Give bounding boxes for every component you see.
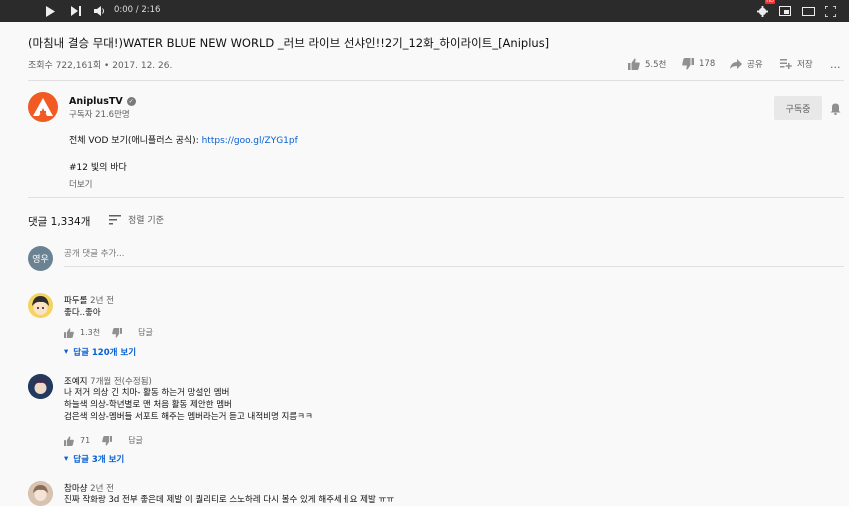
view-replies-button[interactable]: ▾ 답글 120개 보기 — [64, 346, 136, 358]
play-icon — [46, 5, 55, 17]
time-display: 0:00 / 2:16 — [114, 5, 161, 15]
dislike-count: 178 — [699, 59, 716, 69]
comment-author-name[interactable]: 참마샹 — [64, 484, 87, 494]
user-avatar: 영우 — [28, 246, 53, 271]
sort-icon — [109, 214, 121, 224]
video-title: (마침내 결승 무대!)WATER BLUE NEW WORLD _러브 라이브… — [28, 36, 550, 50]
comment-timestamp[interactable]: 7개월 전(수정됨) — [90, 377, 152, 387]
comment-text: 좋다..좋아 — [64, 307, 101, 319]
comment-line: 검은색 의상-멤버들 서포트 해주는 멤버라는거 듣고 내적비명 지름ㅋㅋ — [64, 412, 313, 422]
volume-icon — [93, 6, 104, 16]
bell-icon — [830, 103, 841, 116]
sort-label: 정렬 기준 — [128, 216, 164, 226]
next-button[interactable] — [68, 0, 84, 22]
comment-author: 참마샹 2년 전 — [64, 482, 114, 494]
thumbs-down-icon[interactable] — [102, 435, 113, 446]
subscribe-button[interactable]: 구독중 — [774, 96, 822, 120]
miniplayer-icon — [779, 6, 791, 16]
share-label: 공유 — [747, 60, 763, 70]
aniplus-logo-icon — [33, 98, 53, 116]
channel-avatar[interactable] — [28, 92, 58, 122]
comment-text: 진짜 작화랑 3d 전부 좋은데 제발 이 퀄리티로 스노하레 다시 볼수 있게… — [64, 494, 394, 506]
miniplayer-button[interactable] — [778, 0, 792, 22]
comment-line: 진짜 작화랑 3d 전부 좋은데 제발 이 퀄리티로 스노하레 다시 볼수 있게… — [64, 495, 395, 505]
save-label: 저장 — [797, 60, 813, 70]
thumbs-down-icon — [682, 58, 694, 70]
thumbs-up-icon[interactable] — [64, 435, 74, 446]
fullscreen-icon — [824, 5, 836, 17]
anime-avatar-icon — [28, 374, 53, 399]
thumbs-down-icon[interactable] — [112, 327, 123, 338]
comment-text: 나 저거 의상 긴 치마- 활동 하는거 망설인 멤버 하늘색 의상-학년별로 … — [64, 387, 313, 423]
share-button[interactable]: 공유 — [730, 58, 763, 70]
channel-name[interactable]: AniplusTV ✓ — [69, 96, 136, 107]
notification-bell-button[interactable] — [830, 100, 841, 119]
description-line-vod: 전체 VOD 보기(애니플러스 공식): https://goo.gl/ZYG1… — [69, 133, 298, 146]
description-link[interactable]: https://goo.gl/ZYG1pf — [202, 136, 298, 146]
add-comment-input[interactable]: 공개 댓글 추가... — [64, 247, 844, 267]
anime-avatar-icon — [32, 296, 49, 315]
share-icon — [730, 59, 742, 69]
anime-avatar-icon — [28, 481, 53, 506]
theater-button[interactable] — [800, 0, 816, 22]
comment-like-count: 71 — [80, 436, 91, 445]
volume-button[interactable] — [92, 0, 106, 22]
comment-timestamp[interactable]: 2년 전 — [90, 296, 114, 306]
comment-actions: 71 답글 — [64, 435, 143, 446]
more-actions-button[interactable]: ... — [830, 58, 841, 71]
play-button[interactable] — [42, 0, 58, 22]
comment-line: 하늘색 의상-학년별로 맨 처음 활동 제안한 멤버 — [64, 400, 232, 410]
comment-timestamp[interactable]: 2년 전 — [90, 484, 114, 494]
comment-avatar[interactable] — [28, 374, 53, 399]
sort-button[interactable]: 정렬 기준 — [109, 213, 164, 226]
comment-avatar[interactable] — [28, 481, 53, 506]
reply-button[interactable]: 답글 — [138, 327, 153, 338]
subscriber-count: 구독자 21.6만명 — [69, 110, 130, 120]
theater-icon — [801, 6, 815, 16]
next-icon — [71, 6, 81, 16]
gear-icon — [756, 5, 768, 17]
divider — [28, 80, 844, 81]
comment-avatar[interactable] — [28, 293, 53, 318]
show-more-button[interactable]: 더보기 — [69, 178, 92, 190]
comment-actions: 1.3천 답글 — [64, 327, 153, 338]
description-line-episode: #12 빛의 바다 — [69, 163, 127, 173]
save-button[interactable]: 저장 — [780, 58, 813, 70]
playlist-add-icon — [780, 59, 792, 69]
comment-line: 좋다..좋아 — [64, 308, 101, 318]
comment-author-name[interactable]: 파두롤 — [64, 296, 87, 306]
comment-line: 나 저거 의상 긴 치마- 활동 하는거 망설인 멤버 — [64, 388, 230, 398]
comment-author-name[interactable]: 조예지 — [64, 377, 87, 387]
divider — [28, 197, 844, 198]
like-button[interactable]: 5.5천 — [628, 58, 666, 70]
view-replies-label: 답글 120개 보기 — [73, 348, 137, 358]
comment-like-count: 1.3천 — [80, 328, 101, 337]
settings-button[interactable]: HD — [754, 0, 775, 22]
chevron-down-icon: ▾ — [64, 454, 69, 464]
thumbs-up-icon — [628, 58, 640, 70]
dislike-button[interactable]: 178 — [682, 58, 715, 70]
like-count: 5.5천 — [645, 60, 667, 70]
video-player-controls: 0:00 / 2:16 HD — [0, 0, 849, 22]
channel-name-text: AniplusTV — [69, 96, 123, 107]
verified-icon: ✓ — [126, 97, 136, 106]
fullscreen-button[interactable] — [822, 0, 838, 22]
chevron-down-icon: ▾ — [64, 347, 69, 357]
comment-author: 파두롤 2년 전 — [64, 294, 114, 306]
thumbs-up-icon[interactable] — [64, 327, 74, 338]
view-replies-label: 답글 3개 보기 — [73, 455, 125, 465]
comment-author: 조예지 7개월 전(수정됨) — [64, 375, 152, 387]
reply-button[interactable]: 답글 — [128, 435, 143, 446]
description-text: 전체 VOD 보기(애니플러스 공식): — [69, 136, 202, 146]
view-replies-button[interactable]: ▾ 답글 3개 보기 — [64, 453, 124, 465]
hd-badge: HD — [765, 0, 775, 4]
view-count-date: 조회수 722,161회 • 2017. 12. 26. — [28, 61, 173, 71]
comment-count: 댓글 1,334개 — [28, 216, 91, 228]
